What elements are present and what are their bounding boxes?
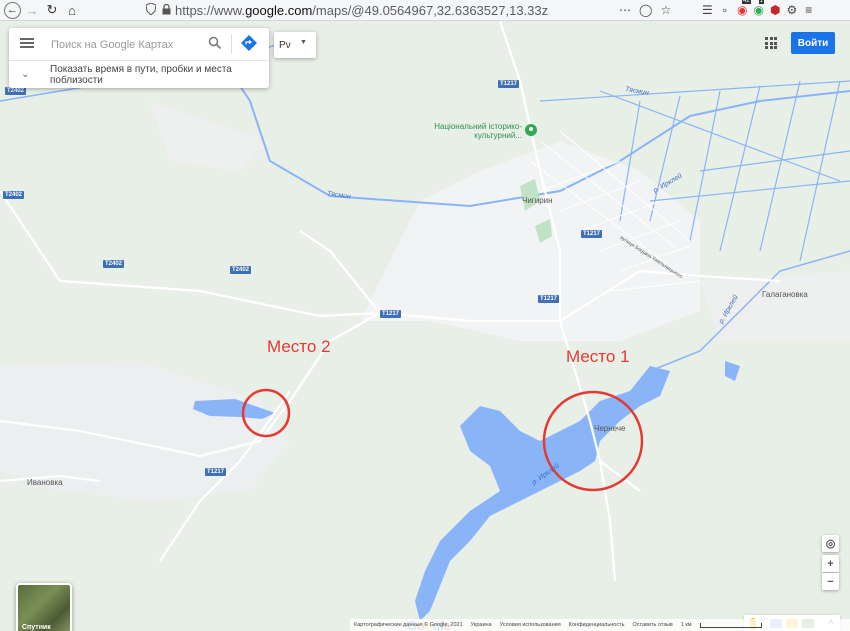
crosshair-icon: ◎ [825, 538, 836, 550]
road-shield-t1217: T1217 [205, 468, 227, 476]
menu-icon[interactable]: ≡ [805, 3, 812, 17]
url-path: /maps/@49.0564967,32.6363527,13.33z [312, 2, 549, 18]
ublock-icon[interactable]: ⬢ [770, 3, 780, 17]
signin-button[interactable]: Войти [791, 32, 835, 54]
footer-scale[interactable]: 1 км [681, 622, 692, 628]
travel-info-row[interactable]: ⌄ Показать время в пути, пробки и места … [9, 61, 269, 88]
place-label-halahanivka: Галагановка [762, 290, 808, 299]
travel-info-text: Показать время в пути, пробки и места по… [50, 64, 232, 86]
back-arrow-icon[interactable]: ← [4, 1, 21, 19]
urban-area [360, 141, 700, 341]
satellite-layer-toggle[interactable]: Спутник [16, 583, 72, 631]
annotation-place1: Место 1 [566, 347, 630, 366]
language-select[interactable]: Рν ▼ [274, 32, 316, 58]
addon-badge: 1 [758, 0, 764, 4]
road-shield-t2402: T2402 [3, 191, 25, 199]
language-value: Рν [279, 40, 291, 51]
road-shield-t1217: T1217 [538, 295, 560, 303]
annotation-place2: Место 2 [267, 337, 331, 356]
poi-label[interactable]: Національний історико-культурний... [424, 122, 522, 140]
footer-link-country[interactable]: Украина [471, 622, 492, 628]
footer-copyright: Картографические данные © Google, 2021 [354, 622, 463, 628]
map-graphics [0, 21, 850, 621]
my-location-button[interactable]: ◎ [822, 535, 839, 552]
scale-bar [699, 622, 762, 628]
chevron-down-icon[interactable]: ⌄ [21, 69, 29, 80]
forward-arrow-icon[interactable]: → [23, 1, 41, 19]
shield-icon [145, 1, 157, 18]
zoom-in-button[interactable]: + [822, 555, 839, 572]
reload-icon[interactable]: ↻ [43, 1, 61, 19]
satellite-label: Спутник [22, 624, 51, 631]
search-row [9, 28, 269, 61]
search-input[interactable] [49, 35, 203, 55]
place-label-cherneche: Чернече [594, 424, 626, 433]
map-footer: Картографические данные © Google, 2021 У… [350, 619, 850, 631]
pocket-icon[interactable]: ◯ [639, 3, 652, 17]
footer-link-terms[interactable]: Условия использования [500, 622, 561, 628]
browser-toolbar: ← → ↻ ⌂ https://www. google.com/maps/@49.… [0, 0, 850, 21]
pond [725, 361, 740, 381]
page-actions-icon[interactable]: ⋯ [619, 3, 631, 17]
home-icon[interactable]: ⌂ [63, 1, 81, 19]
library-icon[interactable]: ☰ [702, 3, 713, 17]
directions-icon[interactable] [241, 35, 257, 51]
footer-link-feedback[interactable]: Оставить отзыв [632, 622, 672, 628]
apps-grid-icon[interactable] [765, 37, 777, 49]
bookmark-star-icon[interactable]: ☆ [660, 3, 671, 17]
addon-red-icon[interactable]: ◉ 42 [737, 0, 751, 17]
road-shield-t2402: T2402 [5, 87, 27, 95]
map-canvas[interactable]: Національний історико-культурний... Чиги… [0, 21, 850, 631]
extension-icon[interactable]: ⚙ [786, 3, 797, 17]
addon-badge: 42 [742, 0, 751, 4]
field-area [150, 101, 270, 171]
url-host: google.com [245, 2, 313, 18]
search-icon[interactable] [208, 36, 222, 50]
menu-icon[interactable] [20, 38, 34, 48]
addon-green-icon[interactable]: ◉ 1 [754, 0, 764, 17]
road-shield-t2402: T2402 [103, 260, 125, 268]
road-shield-t2402: T2402 [230, 266, 252, 274]
place-label-chyhyryn: Чигирин [522, 196, 553, 205]
road-shield-t1217: T1217 [498, 80, 520, 88]
dropdown-arrow-icon: ▼ [300, 39, 307, 46]
place-label-ivanovka: Ивановка [27, 478, 63, 487]
road-shield-t1217: T1217 [380, 310, 402, 318]
divider [231, 34, 232, 54]
footer-link-privacy[interactable]: Конфиденциальность [569, 622, 625, 628]
lock-icon [162, 3, 171, 18]
reservoir [415, 366, 670, 621]
zoom-out-button[interactable]: − [822, 573, 839, 590]
sidebar-icon[interactable]: ▫ [723, 3, 727, 17]
url-prefix: https://www. [175, 2, 246, 18]
address-bar[interactable]: https://www. google.com/maps/@49.0564967,… [145, 1, 549, 19]
road-shield-t1217: T1217 [581, 230, 603, 238]
search-card: ⌄ Показать время в пути, пробки и места … [9, 28, 269, 88]
